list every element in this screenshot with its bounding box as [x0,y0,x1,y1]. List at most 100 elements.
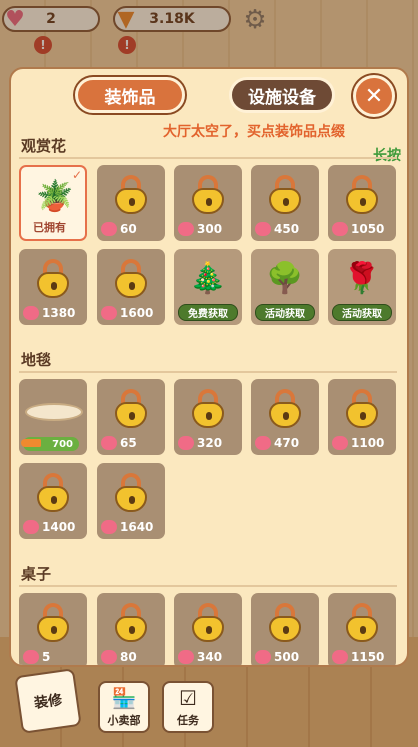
heart-price: 65 [101,435,137,451]
tasks-label: 任务 [177,714,199,727]
heart-price: 470 [255,435,299,451]
shop-item[interactable]: ✓ 🪴 已拥有 [19,165,87,241]
lock-icon [192,389,226,429]
lock-icon [346,175,380,215]
shop-item[interactable]: 1380 [19,249,87,325]
decorate-button[interactable]: 装修 [14,668,82,734]
heart-icon [23,650,39,664]
shop-item[interactable]: 1150 [328,593,396,665]
get-badge: 免费获取 [178,304,238,321]
shop-item[interactable]: 80 [97,593,165,665]
heart-icon [101,436,117,450]
price-value: 5 [42,650,51,664]
shop-item[interactable]: 65 [97,379,165,455]
lock-icon [37,473,71,513]
shop-item[interactable]: 700 [19,379,87,455]
tab-decor[interactable]: 装饰品 [75,77,185,113]
close-button[interactable]: ✕ [353,75,395,117]
price-value: 1600 [120,306,154,320]
lock-icon [115,389,149,429]
shop-label: 小卖部 [107,714,141,727]
heart-price: 1600 [101,305,153,321]
price-value: 340 [197,650,223,664]
heart-price: 5 [23,649,50,665]
lock-icon [192,603,226,643]
heart-icon [101,222,117,236]
heart-icon [255,650,271,664]
price-value: 1050 [351,222,385,236]
section-divider [19,585,397,587]
shop-item[interactable]: 500 [251,593,319,665]
tasks-button[interactable]: ☑ 任务 [162,681,214,733]
heart-price: 1100 [332,435,384,451]
decorate-label: 装修 [33,692,64,712]
carrot-price: 700 [21,437,79,451]
heart-price: 340 [178,649,222,665]
section-divider [19,371,397,373]
shop-item[interactable]: 1050 [328,165,396,241]
shop-item[interactable]: 🌳 活动获取 [251,249,319,325]
shop-item[interactable]: 320 [174,379,242,455]
heart-price: 500 [255,649,299,665]
shop-item[interactable]: 1400 [19,463,87,539]
shop-item[interactable]: 🌹 活动获取 [328,249,396,325]
shop-item[interactable]: 300 [174,165,242,241]
shop-item[interactable]: 🎄 免费获取 [174,249,242,325]
price-value: 500 [274,650,300,664]
shop-icon: 🏪 [111,686,137,710]
lock-icon [346,603,380,643]
plant-icon: 🎄 [189,260,227,296]
shop-item[interactable]: 60 [97,165,165,241]
shop-button[interactable]: 🏪 小卖部 [98,681,150,733]
tab-facility[interactable]: 设施设备 [229,77,335,113]
price-value: 60 [120,222,137,236]
heart-icon [101,306,117,320]
price-value: 450 [274,222,300,236]
lock-icon [269,175,303,215]
heart-icon [23,520,39,534]
heart-icon [23,306,39,320]
lock-icon [37,259,71,299]
plant-icon: 🪴 [36,178,74,214]
shop-item[interactable]: 1100 [328,379,396,455]
heart-icon [255,222,271,236]
lock-icon [37,603,71,643]
get-badge: 活动获取 [332,304,392,321]
heart-icon [101,650,117,664]
lock-icon [346,389,380,429]
lock-icon [115,175,149,215]
section-title: 观赏花 [21,137,67,155]
shop-item[interactable]: 1600 [97,249,165,325]
price-value: 470 [274,436,300,450]
heart-icon [178,222,194,236]
get-badge: 活动获取 [255,304,315,321]
shop-item[interactable]: 5 [19,593,87,665]
close-icon: ✕ [364,83,384,109]
heart-icon [101,520,117,534]
section-title: 地毯 [21,351,52,369]
heart-price: 1640 [101,519,153,535]
price-value: 1100 [351,436,385,450]
shop-item[interactable]: 450 [251,165,319,241]
rug-icon [25,403,83,421]
checklist-icon: ☑ [179,686,197,710]
price-value: 1380 [42,306,76,320]
heart-price: 1400 [23,519,75,535]
lock-icon [269,603,303,643]
price-value: 1400 [42,520,76,534]
plant-icon: 🌳 [266,260,304,296]
owned-label: 已拥有 [33,221,66,234]
heart-price: 60 [101,221,137,237]
heart-price: 1050 [332,221,384,237]
shop-item[interactable]: 1640 [97,463,165,539]
items-scroll-area[interactable]: 观赏花 ✓ 🪴 已拥有 60 300 450 1050 1380 1600 🎄 免费获取 🌳 活动获取 🌹 活… [11,129,407,665]
lock-icon [269,389,303,429]
shop-item[interactable]: 470 [251,379,319,455]
lock-icon [192,175,226,215]
price-value: 80 [120,650,137,664]
heart-icon [178,650,194,664]
price-value: 1150 [351,650,385,664]
shop-item[interactable]: 340 [174,593,242,665]
heart-price: 80 [101,649,137,665]
lock-icon [115,259,149,299]
